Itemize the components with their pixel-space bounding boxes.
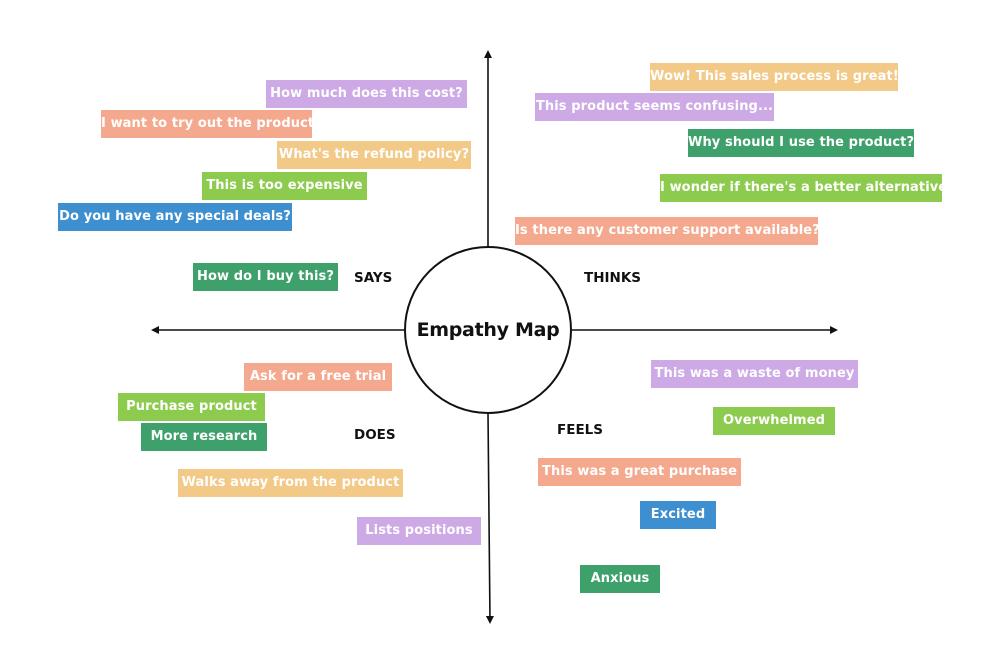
does-note: Ask for a free trial	[244, 363, 392, 391]
says-note: I want to try out the product	[101, 110, 314, 138]
does-note: Walks away from the product	[178, 469, 403, 497]
map-title: Empathy Map	[416, 319, 560, 341]
empathy-map-canvas: Empathy Map SAYS THINKS DOES FEELS How m…	[0, 0, 1000, 663]
thinks-note: This product seems confusing...	[535, 93, 774, 121]
axis-down-arrow	[485, 412, 494, 624]
says-note: Do you have any special deals?	[58, 203, 292, 231]
says-note: What's the refund policy?	[277, 141, 471, 169]
says-note: This is too expensive	[202, 172, 367, 200]
quadrant-label-does: DOES	[354, 427, 396, 443]
thinks-note: Is there any customer support available?	[515, 217, 820, 245]
quadrant-label-feels: FEELS	[557, 422, 603, 438]
does-note: More research	[141, 423, 267, 451]
feels-note: Anxious	[580, 565, 660, 593]
says-note: How much does this cost?	[266, 80, 467, 108]
feels-note: This was a great purchase	[538, 458, 741, 486]
thinks-note: I wonder if there's a better alternative	[660, 174, 947, 202]
quadrant-label-thinks: THINKS	[584, 270, 642, 286]
feels-note: Excited	[640, 501, 716, 529]
feels-note: Overwhelmed	[713, 407, 835, 435]
does-note: Lists positions	[357, 517, 481, 545]
does-note: Purchase product	[118, 393, 265, 421]
quadrant-label-says: SAYS	[354, 270, 393, 286]
feels-note: This was a waste of money	[651, 360, 858, 388]
says-note: How do I buy this?	[193, 263, 338, 291]
thinks-note: Why should I use the product?	[688, 129, 914, 157]
thinks-note: Wow! This sales process is great!	[650, 63, 899, 91]
